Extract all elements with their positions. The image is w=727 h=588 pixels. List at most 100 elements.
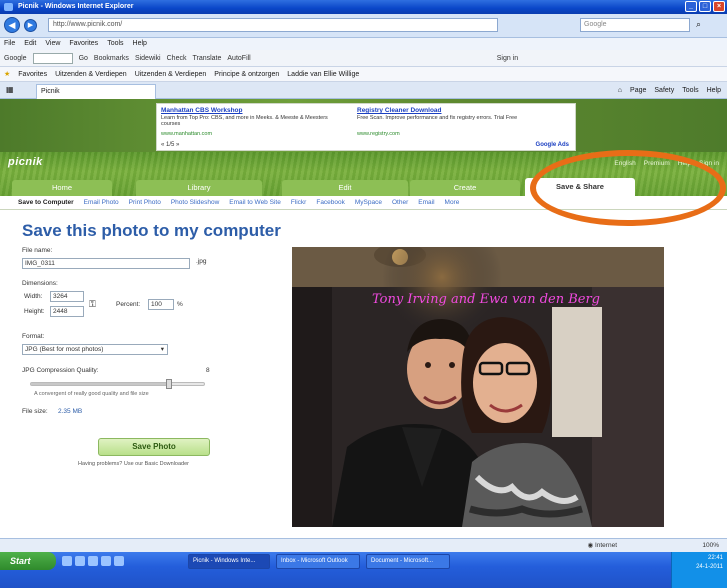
- tab-edit[interactable]: Edit: [282, 180, 408, 196]
- subnav-save-to-computer[interactable]: Save to Computer: [18, 196, 74, 209]
- clock-date: 24-1-2011: [696, 564, 723, 570]
- quality-slider[interactable]: [30, 379, 205, 389]
- command-tools[interactable]: Tools: [682, 84, 698, 97]
- subnav-email[interactable]: Email: [418, 196, 434, 209]
- save-photo-button[interactable]: Save Photo: [98, 438, 210, 456]
- ie-icon: [4, 3, 13, 11]
- forward-icon[interactable]: ▶: [24, 19, 37, 32]
- file-name-input[interactable]: IMG_0311: [22, 258, 190, 269]
- subnav-flickr[interactable]: Flickr: [291, 196, 307, 209]
- ad-title[interactable]: Manhattan CBS Workshop: [161, 107, 243, 114]
- status-zone: ◉ Internet: [587, 539, 617, 553]
- basic-downloader-link[interactable]: Having problems? Use our Basic Downloade…: [78, 461, 189, 467]
- window-controls: _ □ ×: [685, 1, 725, 12]
- system-tray: 22:41 24-1-2011: [671, 552, 727, 588]
- format-select[interactable]: JPG (Best for most photos) ▾: [22, 344, 168, 355]
- quick-launch-icon[interactable]: [101, 556, 111, 566]
- menu-view[interactable]: View: [45, 38, 60, 50]
- favorites-link[interactable]: Principe & ontzorgen: [214, 67, 279, 81]
- command-page[interactable]: Page: [630, 84, 646, 97]
- tab-list-icon[interactable]: ▦: [6, 85, 14, 94]
- ad-title[interactable]: Registry Cleaner Download: [357, 107, 442, 114]
- google-toolbar-label: Google: [4, 55, 27, 62]
- subnav-other[interactable]: Other: [392, 196, 408, 209]
- window-title: Picnik - Windows Internet Explorer: [18, 3, 134, 10]
- google-toolbar-search[interactable]: [32, 53, 73, 64]
- menu-help[interactable]: Help: [133, 38, 147, 50]
- back-icon[interactable]: ◀: [4, 17, 20, 33]
- minimize-button[interactable]: _: [685, 1, 697, 12]
- toolbar-autofill[interactable]: AutoFill: [227, 50, 250, 66]
- clock-time[interactable]: 22:41: [676, 554, 723, 563]
- subnav-more[interactable]: More: [445, 196, 460, 209]
- google-toolbar: Google Go Bookmarks Sidewiki Check Trans…: [0, 50, 727, 67]
- google-ads-badge[interactable]: Google Ads: [536, 142, 569, 148]
- tab-library[interactable]: Library: [136, 180, 262, 196]
- close-button[interactable]: ×: [713, 1, 725, 12]
- search-icon[interactable]: ⌕: [696, 19, 701, 30]
- toolbar-sidewiki[interactable]: Sidewiki: [135, 50, 161, 66]
- quick-launch-icon[interactable]: [88, 556, 98, 566]
- globe-icon: ◉: [587, 542, 594, 549]
- favorites-link[interactable]: Uitzenden & Verdiepen: [55, 67, 127, 81]
- menu-file[interactable]: File: [4, 38, 15, 50]
- quality-slider-thumb[interactable]: [166, 379, 173, 389]
- ad-url[interactable]: www.registry.com: [357, 131, 527, 137]
- picnik-logo[interactable]: picnik: [8, 156, 43, 168]
- menu-bar: File Edit View Favorites Tools Help: [0, 38, 727, 50]
- browser-tab[interactable]: Picnik: [36, 84, 156, 99]
- maximize-button[interactable]: □: [699, 1, 711, 12]
- start-button[interactable]: Start: [0, 552, 56, 570]
- taskbar-item[interactable]: Picnik - Windows Inte...: [188, 554, 270, 569]
- lock-ratio-icon[interactable]: ⚿: [89, 299, 96, 310]
- command-safety[interactable]: Safety: [654, 84, 674, 97]
- quick-launch-icon[interactable]: [75, 556, 85, 566]
- toolbar-bookmarks[interactable]: Bookmarks: [94, 50, 129, 66]
- toolbar-go[interactable]: Go: [79, 50, 88, 66]
- taskbar-item[interactable]: Inbox - Microsoft Outlook: [276, 554, 360, 569]
- height-input[interactable]: 2448: [50, 306, 84, 317]
- subnav-email-photo[interactable]: Email Photo: [84, 196, 119, 209]
- quality-label: JPG Compression Quality:: [22, 367, 99, 374]
- ad-url[interactable]: www.manhattan.com: [161, 131, 331, 137]
- tab-create[interactable]: Create: [410, 180, 520, 196]
- browser-tab-bar: ▦ Picnik ⌂ Page Safety Tools Help: [0, 82, 727, 99]
- favorites-link[interactable]: Laddie van Ellie Willige: [287, 67, 359, 81]
- taskbar-item[interactable]: Document - Microsoft...: [366, 554, 450, 569]
- ad-box: Manhattan CBS Workshop Learn from Top Pr…: [156, 103, 576, 151]
- format-label: Format:: [22, 333, 45, 340]
- subnav-print-photo[interactable]: Print Photo: [129, 196, 161, 209]
- subnav-slideshow[interactable]: Photo Slideshow: [171, 196, 219, 209]
- zoom-level[interactable]: 100%: [702, 539, 719, 553]
- file-size-value: 2.35 MB: [58, 408, 83, 415]
- ad-pager[interactable]: « 1/5 »: [161, 142, 179, 148]
- command-help[interactable]: Help: [707, 84, 721, 97]
- file-size-label: File size:: [22, 408, 48, 415]
- quick-launch-icon[interactable]: [62, 556, 72, 566]
- menu-favorites[interactable]: Favorites: [69, 38, 98, 50]
- width-input[interactable]: 3264: [50, 291, 84, 302]
- ad-text: Free Scan. Improve performance and fix r…: [357, 115, 518, 121]
- quick-launch-icon[interactable]: [114, 556, 124, 566]
- toolbar-translate[interactable]: Translate: [192, 50, 221, 66]
- favorites-star-icon[interactable]: ★: [4, 67, 10, 81]
- menu-edit[interactable]: Edit: [24, 38, 36, 50]
- percent-input[interactable]: 100: [148, 299, 174, 310]
- tab-home[interactable]: Home: [12, 180, 112, 196]
- toolbar-check[interactable]: Check: [167, 50, 187, 66]
- url-input[interactable]: http://www.picnik.com/: [48, 18, 498, 32]
- search-input[interactable]: Google: [580, 18, 690, 32]
- toolbar-sign-in[interactable]: Sign in: [497, 50, 518, 66]
- status-bar: ◉ Internet 100%: [0, 538, 727, 552]
- subnav-myspace[interactable]: MySpace: [355, 196, 382, 209]
- window-title-bar: Picnik - Windows Internet Explorer _ □ ×: [0, 0, 727, 14]
- address-bar: ◀ ▶ http://www.picnik.com/ Google ⌕: [0, 14, 727, 38]
- home-icon[interactable]: ⌂: [618, 84, 622, 97]
- browser-tab-label: Picnik: [41, 88, 60, 95]
- favorites-link[interactable]: Favorites: [18, 67, 47, 81]
- taskbar: Start Picnik - Windows Inte... Inbox - M…: [0, 552, 727, 588]
- menu-tools[interactable]: Tools: [107, 38, 123, 50]
- subnav-facebook[interactable]: Facebook: [316, 196, 345, 209]
- favorites-link[interactable]: Uitzenden & Verdiepen: [135, 67, 207, 81]
- subnav-email-to-web[interactable]: Email to Web Site: [229, 196, 281, 209]
